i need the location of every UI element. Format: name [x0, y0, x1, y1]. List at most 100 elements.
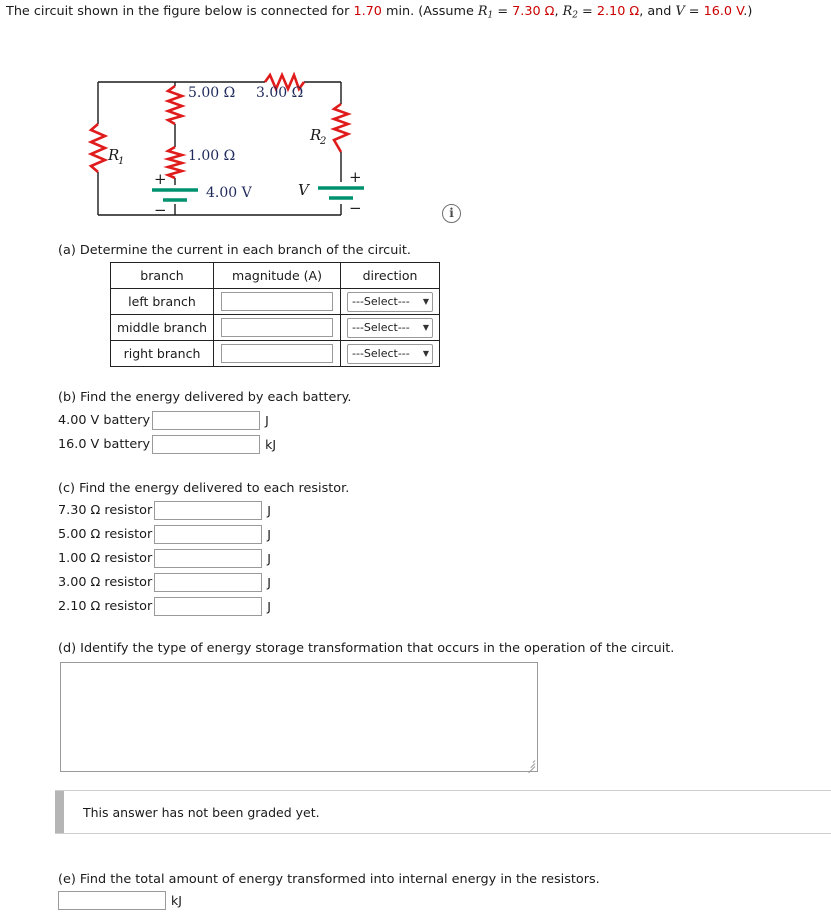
intro-r2-symbol: R: [562, 4, 573, 19]
label-r2-subscript: 2: [319, 136, 326, 147]
resistor-1ohm-symbol: [163, 145, 187, 180]
resistor-r1-symbol: [87, 123, 109, 173]
chevron-down-icon: ▼: [422, 349, 429, 358]
grading-status-banner: This answer has not been graded yet.: [55, 790, 831, 834]
minus-sign-right: −: [349, 199, 362, 217]
intro-r1-symbol: R: [477, 4, 488, 19]
current-branch-table: branch magnitude (A) direction left bran…: [110, 262, 440, 367]
row-label-left-branch: left branch: [110, 288, 214, 315]
resistor-5ohm-symbol: [164, 84, 187, 126]
battery-4v-symbol: [152, 188, 198, 202]
intro-v-equals: =: [684, 4, 704, 19]
label-r1-subscript: 1: [118, 156, 124, 167]
cell-magnitude-left-branch: [213, 288, 341, 315]
energy-input-resistor-1-00[interactable]: [154, 549, 263, 568]
label-battery-4v: 4.00 V: [206, 185, 253, 201]
intro-separator-2: , and: [639, 4, 676, 19]
part-d-question: (d) Identify the type of energy storage …: [58, 641, 675, 656]
cell-direction-middle-branch: ---Select--- ▼: [340, 314, 440, 341]
minus-sign-left: −: [154, 201, 167, 219]
answer-row-total-internal-energy: kJ: [58, 891, 182, 910]
label-battery-16v: 16.0 V battery: [58, 437, 151, 452]
part-e-question: (e) Find the total amount of energy tran…: [58, 872, 600, 887]
cell-magnitude-right-branch: [213, 340, 341, 367]
answer-row-battery-4v: 4.00 V battery J: [58, 411, 269, 430]
energy-input-battery-4v[interactable]: [152, 411, 261, 430]
intro-text-before: The circuit shown in the figure below is…: [6, 4, 354, 19]
energy-input-resistor-5-00[interactable]: [154, 525, 263, 544]
energy-input-resistor-3-00[interactable]: [154, 573, 263, 592]
intro-r2-equals: =: [577, 4, 597, 19]
table-header-row: branch magnitude (A) direction: [110, 262, 440, 289]
answer-row-resistor-7-30: 7.30 Ω resistor J: [58, 501, 271, 520]
magnitude-input-left-branch[interactable]: [221, 292, 333, 311]
cell-magnitude-middle-branch: [213, 314, 341, 341]
intro-text-mid: min. (Assume: [381, 4, 478, 19]
label-battery-4v: 4.00 V battery: [58, 413, 151, 428]
circuit-diagram: 5.00 Ω 3.00 Ω 1.00 Ω 4.00 V R R V 1 2 + …: [60, 52, 480, 232]
column-header-magnitude: magnitude (A): [213, 262, 341, 289]
row-label-middle-branch: middle branch: [110, 314, 214, 341]
label-battery-v: V: [298, 181, 311, 199]
table-row: left branch ---Select--- ▼: [110, 288, 440, 315]
answer-row-battery-16v: 16.0 V battery kJ: [58, 435, 276, 454]
answer-row-resistor-3-00: 3.00 Ω resistor J: [58, 573, 271, 592]
intro-text-end: .): [743, 4, 753, 19]
intro-r2-value: 2.10 Ω: [596, 4, 640, 19]
unit-battery-4v: J: [265, 413, 269, 428]
resistor-r2-symbol: [330, 102, 352, 153]
part-a-question: (a) Determine the current in each branch…: [58, 243, 411, 258]
part-b-question: (b) Find the energy delivered by each ba…: [58, 390, 352, 405]
intro-r1-value: 7.30 Ω: [512, 4, 555, 19]
energy-input-battery-16v[interactable]: [152, 435, 261, 454]
energy-input-resistor-2-10[interactable]: [154, 597, 263, 616]
intro-time-value: 1.70: [353, 4, 382, 19]
column-header-branch: branch: [110, 262, 214, 289]
answer-row-resistor-1-00: 1.00 Ω resistor J: [58, 549, 271, 568]
magnitude-input-right-branch[interactable]: [221, 344, 333, 363]
table-row: middle branch ---Select--- ▼: [110, 314, 440, 341]
intro-separator-1: ,: [554, 4, 563, 19]
info-icon[interactable]: i: [442, 204, 461, 223]
chevron-down-icon: ▼: [422, 323, 429, 332]
direction-select-middle-branch-value: ---Select---: [352, 321, 410, 334]
magnitude-input-middle-branch[interactable]: [221, 318, 333, 337]
cell-direction-right-branch: ---Select--- ▼: [340, 340, 440, 367]
intro-v-symbol: V: [675, 4, 685, 19]
unit-resistor-1-00: J: [267, 551, 271, 566]
unit-resistor-3-00: J: [267, 575, 271, 590]
unit-resistor-2-10: J: [267, 599, 271, 614]
label-1ohm: 1.00 Ω: [188, 148, 235, 164]
energy-input-resistor-7-30[interactable]: [154, 501, 263, 520]
energy-transformation-textarea[interactable]: [60, 662, 538, 772]
grading-status-message: This answer has not been graded yet.: [83, 804, 320, 820]
label-resistor-1-00: 1.00 Ω resistor: [58, 551, 153, 566]
unit-resistor-5-00: J: [267, 527, 271, 542]
banner-accent-bar: [55, 791, 64, 833]
row-label-right-branch: right branch: [110, 340, 214, 367]
unit-battery-16v: kJ: [265, 437, 277, 452]
label-3ohm: 3.00 Ω: [256, 85, 303, 101]
total-internal-energy-input[interactable]: [58, 891, 166, 910]
label-resistor-5-00: 5.00 Ω resistor: [58, 527, 153, 542]
chevron-down-icon: ▼: [422, 297, 429, 306]
unit-total-internal-energy: kJ: [171, 893, 182, 908]
answer-row-resistor-2-10: 2.10 Ω resistor J: [58, 597, 271, 616]
label-resistor-7-30: 7.30 Ω resistor: [58, 503, 153, 518]
battery-v-symbol: [318, 186, 364, 200]
problem-statement: The circuit shown in the figure below is…: [6, 4, 752, 21]
label-resistor-3-00: 3.00 Ω resistor: [58, 575, 153, 590]
table-row: right branch ---Select--- ▼: [110, 340, 440, 367]
plus-sign-right: +: [349, 168, 362, 186]
label-5ohm: 5.00 Ω: [188, 85, 235, 101]
direction-select-left-branch[interactable]: ---Select--- ▼: [347, 291, 433, 312]
unit-resistor-7-30: J: [267, 503, 271, 518]
direction-select-left-branch-value: ---Select---: [352, 295, 410, 308]
plus-sign-left: +: [154, 170, 167, 188]
part-c-question: (c) Find the energy delivered to each re…: [58, 481, 350, 496]
answer-row-resistor-5-00: 5.00 Ω resistor J: [58, 525, 271, 544]
direction-select-middle-branch[interactable]: ---Select--- ▼: [347, 317, 433, 338]
label-resistor-2-10: 2.10 Ω resistor: [58, 599, 153, 614]
circuit-value-labels: 5.00 Ω 3.00 Ω 1.00 Ω 4.00 V: [188, 85, 303, 201]
direction-select-right-branch[interactable]: ---Select--- ▼: [347, 343, 433, 364]
